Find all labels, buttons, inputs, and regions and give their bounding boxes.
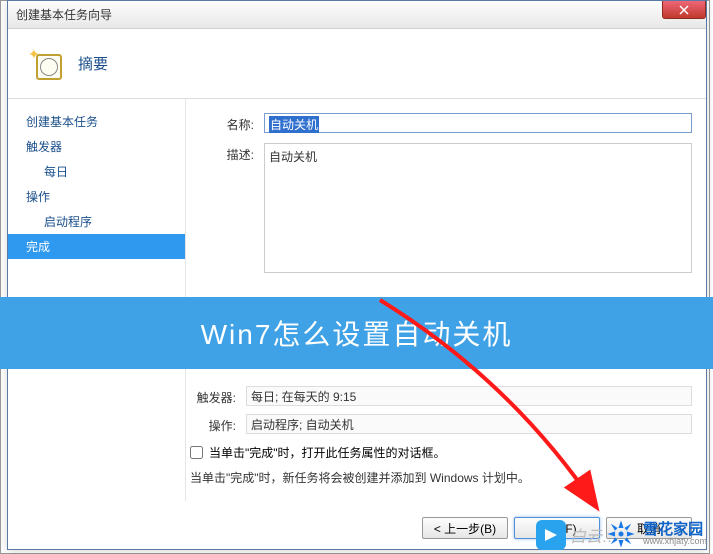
name-value-selected: 自动关机 — [269, 116, 319, 133]
overlay-banner: Win7怎么设置自动关机 — [0, 297, 713, 369]
checkbox-label: 当单击"完成"时，打开此任务属性的对话框。 — [209, 444, 446, 461]
titlebar: 创建基本任务向导 — [8, 1, 706, 29]
name-input[interactable]: 自动关机 — [264, 113, 692, 133]
sidebar-item-daily[interactable]: 每日 — [8, 159, 185, 184]
desc-textarea[interactable] — [264, 143, 692, 273]
action-value: 启动程序; 自动关机 — [246, 414, 692, 434]
sidebar-item-create-task[interactable]: 创建基本任务 — [8, 109, 185, 134]
action-label: 操作: — [190, 414, 246, 434]
watermark-2-brand: 雪花家园 — [643, 522, 707, 537]
open-properties-checkbox[interactable] — [190, 446, 203, 459]
watermark-2: 雪花家园 www.xhjaty.com — [603, 516, 707, 552]
back-button[interactable]: < 上一步(B) — [422, 517, 508, 539]
summary-rows: 触发器: 每日; 在每天的 9:15 操作: 启动程序; 自动关机 当单击"完成… — [190, 386, 692, 486]
close-button[interactable] — [662, 1, 706, 19]
watermark-2-url: www.xhjaty.com — [643, 537, 707, 546]
banner-text: Win7怎么设置自动关机 — [201, 313, 513, 353]
wizard-icon: ✦ — [30, 48, 62, 80]
watermark-1-icon — [536, 520, 566, 550]
sidebar-item-finish[interactable]: 完成 — [8, 234, 185, 259]
wizard-header: ✦ 摘要 — [8, 29, 706, 99]
name-label: 名称: — [208, 113, 264, 133]
close-icon — [679, 5, 689, 15]
sidebar-item-start-program[interactable]: 启动程序 — [8, 209, 185, 234]
window-title: 创建基本任务向导 — [16, 6, 112, 23]
wizard-window: 创建基本任务向导 ✦ 摘要 创建基本任务 触发器 每日 操作 启动程序 完成 名… — [7, 0, 707, 550]
page-title: 摘要 — [78, 53, 108, 74]
sidebar-item-action[interactable]: 操作 — [8, 184, 185, 209]
snowflake-icon — [603, 516, 639, 552]
hint-text: 当单击"完成"时，新任务将会被创建并添加到 Windows 计划中。 — [190, 469, 692, 486]
trigger-value: 每日; 在每天的 9:15 — [246, 386, 692, 406]
trigger-label: 触发器: — [190, 386, 246, 406]
desc-label: 描述: — [208, 143, 264, 273]
sidebar-item-trigger[interactable]: 触发器 — [8, 134, 185, 159]
